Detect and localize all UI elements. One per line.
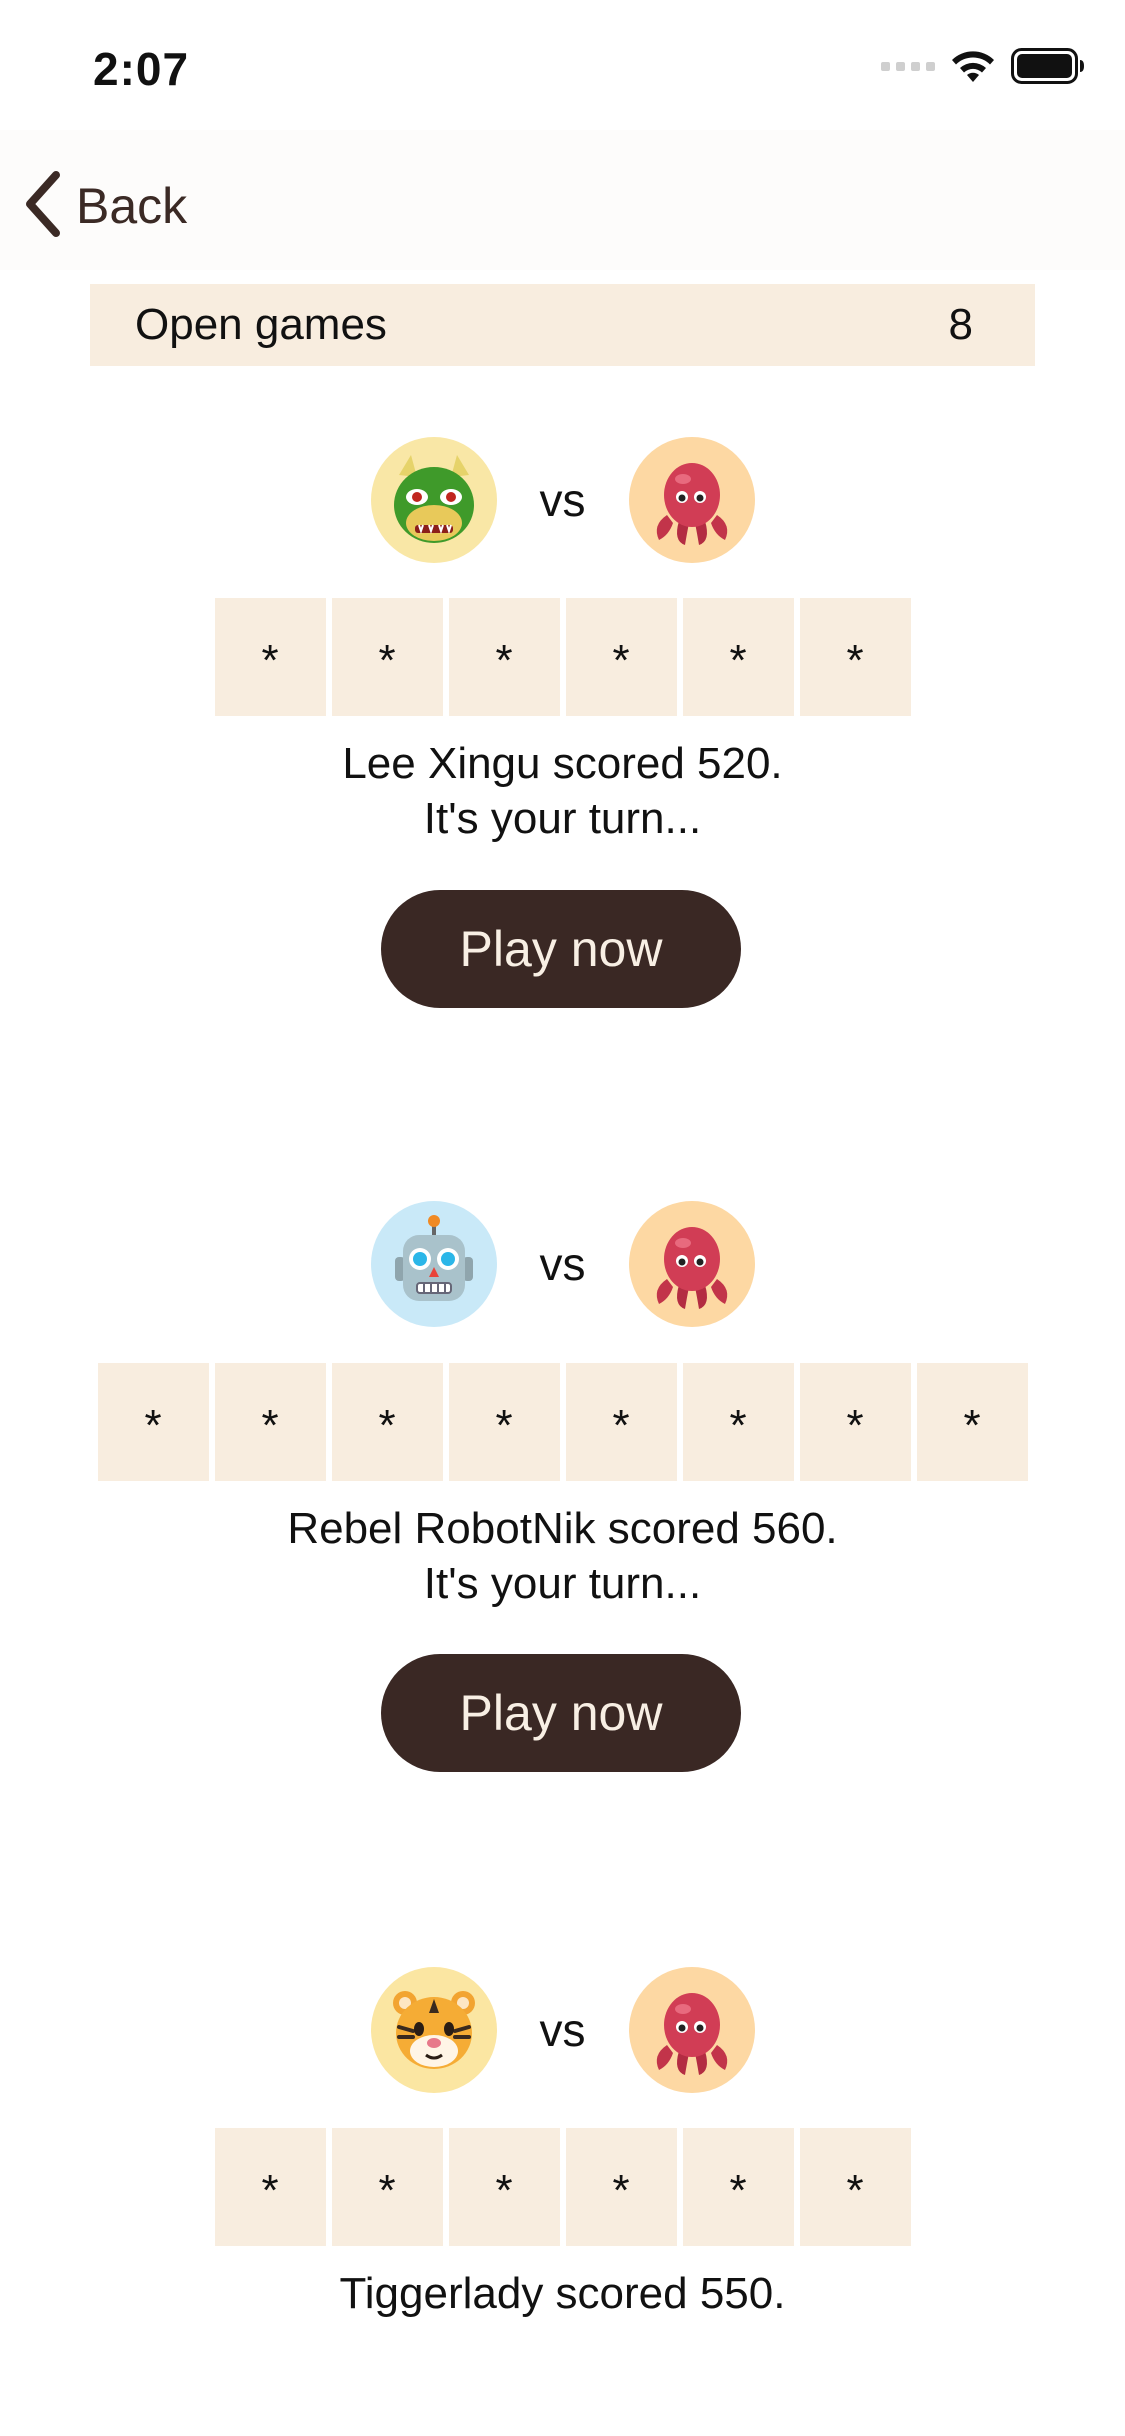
versus-row: vs <box>0 1200 1125 1328</box>
tiger-face-icon <box>370 1967 497 2093</box>
status-icons <box>881 48 1085 84</box>
chevron-left-icon <box>22 170 62 242</box>
octopus-icon <box>628 1967 755 2093</box>
versus-row: vs <box>0 436 1125 564</box>
back-button[interactable]: Back <box>22 166 187 246</box>
cellular-signal-icon <box>881 61 935 71</box>
letter-tile: * <box>448 2128 560 2246</box>
robot-face-icon <box>370 1201 497 1327</box>
letter-tile: * <box>214 2128 326 2246</box>
vs-label: vs <box>539 1238 586 1290</box>
status-bar: 2:07 <box>0 0 1125 130</box>
letter-tile: * <box>916 1363 1028 1481</box>
section-title: Open games <box>135 300 387 349</box>
letter-tile: * <box>682 2128 794 2246</box>
letter-tile: * <box>799 1363 911 1481</box>
octopus-icon <box>628 1201 755 1327</box>
open-games-count: 8 <box>948 300 973 349</box>
back-label: Back <box>76 178 188 234</box>
letter-tile: * <box>448 1363 560 1481</box>
open-games-header: Open games 8 <box>90 284 1035 366</box>
navigation-bar: Back <box>0 130 1125 270</box>
letter-tile: * <box>214 598 326 716</box>
letter-tiles: * * * * * * <box>0 2128 1125 2246</box>
dragon-face-icon <box>370 437 497 563</box>
letter-tile: * <box>799 598 911 716</box>
letter-tile: * <box>97 1363 209 1481</box>
wifi-icon <box>949 48 997 84</box>
play-now-button[interactable]: Play now <box>381 890 741 1008</box>
score-line: Rebel RobotNik scored 560. <box>287 1504 838 1553</box>
letter-tile: * <box>214 1363 326 1481</box>
letter-tile: * <box>331 598 443 716</box>
letter-tile: * <box>799 2128 911 2246</box>
letter-tiles: * * * * * * <box>0 598 1125 716</box>
letter-tiles: * * * * * * * * <box>0 1363 1125 1481</box>
letter-tile: * <box>565 2128 677 2246</box>
versus-row: vs <box>0 1966 1125 2094</box>
letter-tile: * <box>565 1363 677 1481</box>
play-now-button[interactable]: Play now <box>381 1654 741 1772</box>
status-time: 2:07 <box>93 43 190 95</box>
vs-label: vs <box>539 2004 586 2056</box>
letter-tile: * <box>682 598 794 716</box>
letter-tile: * <box>331 1363 443 1481</box>
score-line: Lee Xingu scored 520. <box>342 739 783 788</box>
letter-tile: * <box>565 598 677 716</box>
battery-icon <box>1011 48 1085 84</box>
turn-line: It's your turn... <box>423 794 702 843</box>
vs-label: vs <box>539 474 586 526</box>
octopus-icon <box>628 437 755 563</box>
letter-tile: * <box>331 2128 443 2246</box>
score-line: Tiggerlady scored 550. <box>339 2269 786 2318</box>
turn-line: It's your turn... <box>423 1559 702 1608</box>
letter-tile: * <box>682 1363 794 1481</box>
letter-tile: * <box>448 598 560 716</box>
